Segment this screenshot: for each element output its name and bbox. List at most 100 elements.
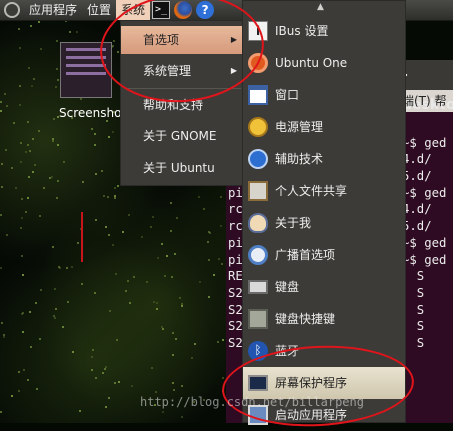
ubuntu-logo-icon[interactable] [4, 2, 20, 18]
wallpaper-speck [172, 354, 174, 356]
power-icon [248, 117, 268, 137]
wallpaper-speck [128, 214, 130, 216]
menu-item-ubuntu-one[interactable]: Ubuntu One [243, 47, 405, 79]
wallpaper-speck [156, 302, 158, 304]
wallpaper-speck [155, 391, 157, 393]
file-share-icon [248, 181, 268, 201]
wallpaper-speck [171, 276, 173, 278]
wallpaper-speck [150, 226, 152, 228]
wallpaper-speck [198, 196, 200, 198]
scroll-up-arrow-icon[interactable]: ▲ [317, 2, 324, 12]
wallpaper-speck [33, 78, 35, 80]
wallpaper-speck [105, 226, 107, 228]
wallpaper-speck [56, 197, 58, 199]
wallpaper-speck [152, 216, 154, 218]
wallpaper-speck [94, 133, 96, 135]
wallpaper-speck [0, 411, 2, 413]
wallpaper-speck [82, 181, 84, 183]
wallpaper-speck [35, 302, 37, 304]
wallpaper-speck [114, 187, 116, 189]
menu-item-keyboard-shortcuts[interactable]: 键盘快捷键 [243, 303, 405, 335]
wallpaper-speck [67, 301, 69, 303]
wallpaper-speck [175, 338, 177, 340]
wallpaper-speck [164, 275, 166, 277]
wallpaper-speck [107, 196, 109, 198]
wallpaper-speck [220, 196, 222, 198]
wallpaper-speck [22, 331, 24, 333]
wallpaper-speck [18, 28, 20, 30]
menu-item-label: 辅助技术 [275, 152, 324, 166]
wallpaper-speck [94, 144, 96, 146]
wallpaper-speck [112, 244, 114, 246]
wallpaper-speck [27, 144, 29, 146]
wallpaper-speck [29, 150, 31, 152]
wallpaper-speck [108, 234, 110, 236]
menu-item-keyboard[interactable]: 键盘 [243, 271, 405, 303]
wallpaper-speck [209, 232, 211, 234]
terminal-line-left: pi [228, 252, 243, 267]
wallpaper-speck [31, 85, 33, 87]
wallpaper-speck [32, 138, 34, 140]
wallpaper-speck [69, 31, 71, 33]
wallpaper-speck [117, 185, 119, 187]
wallpaper-speck [62, 326, 64, 328]
menu-item-file-sharing[interactable]: 个人文件共享 [243, 175, 405, 207]
menu-item-broadcast-preferences[interactable]: 广播首选项 [243, 239, 405, 271]
wallpaper-speck [181, 385, 183, 387]
wallpaper-speck [103, 195, 105, 197]
menu-item-about-gnome[interactable]: 关于 GNOME [121, 122, 245, 150]
wallpaper-speck [13, 122, 15, 124]
wallpaper-speck [176, 217, 178, 219]
wallpaper-speck [23, 369, 25, 371]
wallpaper-speck [179, 297, 181, 299]
accessibility-icon [248, 149, 268, 169]
wallpaper-speck [91, 369, 93, 371]
wallpaper-speck [0, 110, 2, 112]
wallpaper-speck [40, 289, 42, 291]
wallpaper-speck [27, 379, 29, 381]
menu-item-power-management[interactable]: 电源管理 [243, 111, 405, 143]
wallpaper-speck [40, 48, 42, 50]
wallpaper-speck [30, 25, 32, 27]
applications-menu[interactable]: 应用程序 [24, 0, 82, 20]
wallpaper-speck [217, 341, 219, 343]
wallpaper-speck [104, 368, 106, 370]
wallpaper-speck [172, 382, 174, 384]
wallpaper-speck [108, 136, 110, 138]
wallpaper-speck [0, 101, 2, 103]
wallpaper-speck [181, 305, 183, 307]
menu-item-label: IBus 设置 [275, 24, 329, 38]
terminal-line-right: 5.d/ [402, 169, 432, 184]
wallpaper-speck [63, 161, 65, 163]
wallpaper-speck [55, 308, 57, 310]
wallpaper-speck [30, 346, 32, 348]
wallpaper-speck [28, 67, 30, 69]
wallpaper-speck [11, 167, 13, 169]
menu-item-about-ubuntu[interactable]: 关于 Ubuntu [121, 154, 245, 182]
wallpaper-speck [109, 310, 111, 312]
menu-item-ibus-settings[interactable]: i IBus 设置 [243, 15, 405, 47]
wallpaper-speck [129, 302, 131, 304]
wallpaper-speck [156, 308, 158, 310]
wallpaper-speck [114, 197, 116, 199]
menu-item-about-me[interactable]: 关于我 [243, 207, 405, 239]
wallpaper-speck [38, 21, 40, 23]
wallpaper-speck [5, 149, 7, 151]
wallpaper-speck [199, 281, 201, 283]
wallpaper-speck [18, 390, 20, 392]
wallpaper-speck [146, 281, 148, 283]
wallpaper-speck [101, 170, 103, 172]
menu-item-assistive-technologies[interactable]: 辅助技术 [243, 143, 405, 175]
wallpaper-speck [27, 197, 29, 199]
terminal-line-right: ~$ ged [402, 135, 447, 150]
menu-item-label: 键盘 [275, 280, 300, 294]
menu-item-windows[interactable]: 窗口 [243, 79, 405, 111]
wallpaper-speck [105, 366, 107, 368]
wallpaper-speck [157, 257, 159, 259]
wallpaper-speck [162, 328, 164, 330]
wallpaper-speck [39, 215, 41, 217]
wallpaper-speck [34, 164, 36, 166]
places-menu[interactable]: 位置 [82, 0, 116, 20]
terminal-line-left: rc [228, 219, 243, 234]
wallpaper-speck [21, 198, 23, 200]
